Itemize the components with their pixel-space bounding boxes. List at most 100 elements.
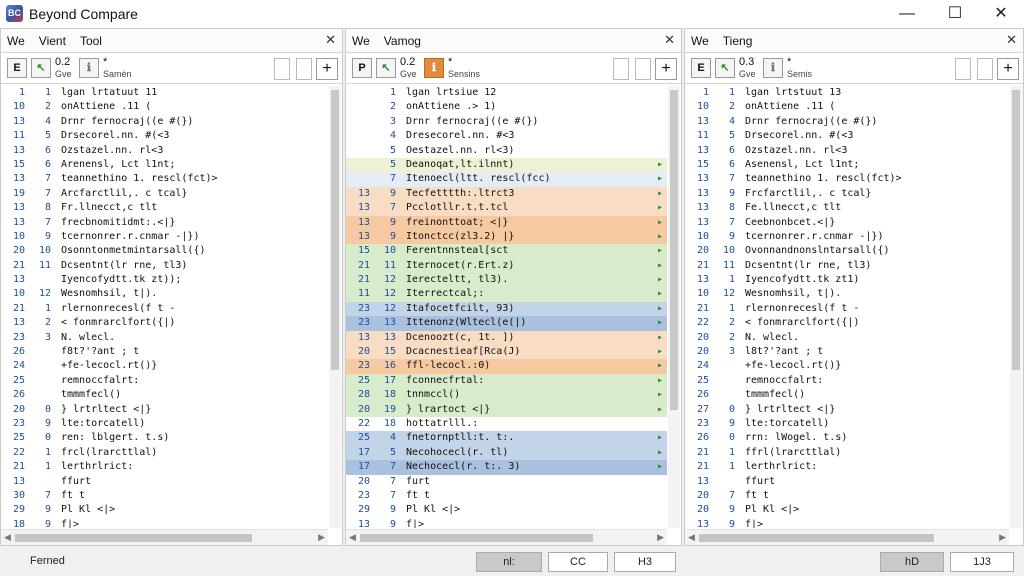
- code-row[interactable]: 13 1 Iyencofydtt.tk zt1): [685, 273, 1009, 287]
- code-row[interactable]: 21 1 rlernonrecesl(f t -: [1, 302, 328, 316]
- scroll-left-icon[interactable]: ◀: [4, 532, 11, 543]
- vertical-scroll-thumb[interactable]: [331, 90, 339, 370]
- code-row[interactable]: 25 remnoccfalrt:: [1, 374, 328, 388]
- code-row[interactable]: 21 11 Dcsentnt(lr rne, tl3): [685, 259, 1009, 273]
- horizontal-scrollbar[interactable]: ◀ ▶: [346, 529, 667, 545]
- code-row[interactable]: 17 7 Nechocecl(r. t:. 3) ▸: [346, 460, 667, 475]
- code-row[interactable]: 13 4 Drnr fernocraj((e #(}): [685, 115, 1009, 129]
- vertical-scroll-thumb[interactable]: [670, 90, 678, 410]
- arrow-icon-button[interactable]: ↖: [31, 58, 51, 78]
- horizontal-scrollbar[interactable]: ◀ ▶: [1, 529, 328, 545]
- code-row[interactable]: 13 7 frecbnomitidmt:.<|}: [1, 216, 328, 230]
- code-row[interactable]: 21 1 lerthrlrict:: [685, 460, 1009, 474]
- pane-tab[interactable]: We: [7, 34, 25, 48]
- pane-close-icon[interactable]: ✕: [1006, 32, 1017, 48]
- horizontal-scroll-thumb[interactable]: [360, 534, 593, 542]
- file-button[interactable]: E: [691, 58, 711, 78]
- code-row[interactable]: 23 7 ft t: [346, 489, 667, 503]
- code-row[interactable]: 22 2 < fonmrarclfort({|): [685, 316, 1009, 330]
- code-row[interactable]: 5 Deanoqat,lt.ilnnt) ▸: [346, 157, 667, 173]
- scroll-right-icon[interactable]: ▶: [318, 532, 325, 543]
- code-row[interactable]: 11 5 Drsecorel.nn. #(<3: [1, 129, 328, 143]
- code-row[interactable]: 20 2 N. wlecl.: [685, 331, 1009, 345]
- code-row[interactable]: 23 13 Ittenonz(Wltecl(e(|) ▸: [346, 316, 667, 331]
- add-icon-button[interactable]: +: [655, 58, 677, 80]
- code-row[interactable]: 11 5 Drsecorel.nn. #(<3: [685, 129, 1009, 143]
- blank-button[interactable]: [613, 58, 629, 80]
- blank-button[interactable]: [977, 58, 993, 80]
- code-row[interactable]: 7 Itenoecl(ltt. rescl(fcc) ▸: [346, 172, 667, 187]
- pane-tab[interactable]: Vient: [39, 34, 66, 48]
- pane-tab[interactable]: Tool: [80, 34, 102, 48]
- vertical-scrollbar[interactable]: [668, 86, 680, 528]
- code-row[interactable]: 11 12 Iterrectcal;: ▸: [346, 287, 667, 302]
- code-row[interactable]: 13 4 Drnr fernocraj((e #(}): [1, 115, 328, 129]
- code-row[interactable]: 25 4 fnetornptll:t. t:. ▸: [346, 431, 667, 446]
- horizontal-scrollbar[interactable]: ◀ ▶: [685, 529, 1009, 545]
- code-row[interactable]: 13 7 Pcclotllr.t.t.tcl ▸: [346, 201, 667, 216]
- code-row[interactable]: 24 +fe-lecocl.rt()}: [1, 359, 328, 373]
- code-row[interactable]: 10 12 Wesnomhsil, t|).: [685, 287, 1009, 301]
- code-row[interactable]: 23 9 lte:torcatell): [1, 417, 328, 431]
- scroll-right-icon[interactable]: ▶: [999, 532, 1006, 543]
- code-row[interactable]: 26 f8t?'?ant ; t: [1, 345, 328, 359]
- code-row[interactable]: 13 Iyencofydtt.tk zt));: [1, 273, 328, 287]
- scroll-left-icon[interactable]: ◀: [349, 532, 356, 543]
- code-row[interactable]: 1 lgan lrtsiue 12: [346, 86, 667, 100]
- code-row[interactable]: 23 12 Itafocetfcilt, 93) ▸: [346, 301, 667, 317]
- code-row[interactable]: 3 Drnr fernocraj((e #(}): [346, 115, 667, 129]
- code-row[interactable]: 13 9 f|>: [685, 518, 1009, 528]
- code-row[interactable]: 4 Dresecorel.nn. #<3: [346, 129, 667, 143]
- code-row[interactable]: 22 1 frcl(lrarcttlal): [1, 446, 328, 460]
- blank-button[interactable]: [635, 58, 651, 80]
- code-row[interactable]: 20 15 Dcacnestieaf[Rca(J) ▸: [346, 345, 667, 360]
- arrow-icon-button[interactable]: ↖: [715, 58, 735, 78]
- code-row[interactable]: 20 7 furt: [346, 475, 667, 489]
- code-row[interactable]: 13 9 Frcfarctlil,. c tcal}: [685, 187, 1009, 201]
- pane-tab[interactable]: Vamog: [384, 34, 421, 48]
- code-row[interactable]: 19 7 Arcfarctlil,. c tcal}: [1, 187, 328, 201]
- code-row[interactable]: 21 11 Dcsentnt(lr rne, tl3): [1, 259, 328, 273]
- code-row[interactable]: 17 5 Necohocecl(r. tl) ▸: [346, 445, 667, 461]
- code-row[interactable]: 13 7 teannethino 1. rescl(fct)>: [685, 172, 1009, 186]
- code-row[interactable]: 13 7 Ceebnonbcet.<|}: [685, 216, 1009, 230]
- code-row[interactable]: 13 9 Tecfetttth:.ltrct3 ▸: [346, 186, 667, 202]
- file-button[interactable]: P: [352, 58, 372, 78]
- code-row[interactable]: 15 10 Ferentnnsteal[sct ▸: [346, 244, 667, 259]
- close-button[interactable]: ✕: [978, 0, 1024, 28]
- code-row[interactable]: 20 9 Pl Kl <|>: [685, 503, 1009, 517]
- code-row[interactable]: 20 19 } lrartoct <|} ▸: [346, 402, 667, 417]
- pane-tab[interactable]: Tieng: [723, 34, 753, 48]
- horizontal-scroll-thumb[interactable]: [15, 534, 252, 542]
- code-row[interactable]: 13 13 Dcenoozt(c, 1t. ]) ▸: [346, 330, 667, 346]
- code-row[interactable]: 21 1 ffrl(lrarcttlal): [685, 446, 1009, 460]
- code-row[interactable]: 13 ffurt: [1, 475, 328, 489]
- code-row[interactable]: 23 3 N. wlecl.: [1, 331, 328, 345]
- code-row[interactable]: 20 0 } lrtrltect <|}: [1, 403, 328, 417]
- add-icon-button[interactable]: +: [997, 58, 1019, 80]
- code-row[interactable]: 13 8 Fr.llnecct,c tlt: [1, 201, 328, 215]
- code-row[interactable]: 30 7 ft t: [1, 489, 328, 503]
- code-row[interactable]: 26 tmmmfecl(): [685, 388, 1009, 402]
- pane-close-icon[interactable]: ✕: [325, 32, 336, 48]
- code-row[interactable]: 25 0 ren: lblgert. t.s): [1, 431, 328, 445]
- code-row[interactable]: 2 onAttiene .> 1): [346, 100, 667, 114]
- code-row[interactable]: 13 9 Itonctcc(zl3.2) |} ▸: [346, 229, 667, 245]
- code-row[interactable]: 28 18 tnnmccl() ▸: [346, 388, 667, 403]
- code-row[interactable]: 18 9 f|>: [1, 518, 328, 528]
- pane-close-icon[interactable]: ✕: [664, 32, 675, 48]
- add-icon-button[interactable]: +: [316, 58, 338, 80]
- code-row[interactable]: 25 remnoccfalrt:: [685, 374, 1009, 388]
- code-row[interactable]: 20 7 ft t: [685, 489, 1009, 503]
- code-row[interactable]: 26 0 rrn: lWogel. t.s): [685, 431, 1009, 445]
- code-row[interactable]: 26 tmmmfecl(): [1, 388, 328, 402]
- code-row[interactable]: 23 9 lte:torcatell): [685, 417, 1009, 431]
- save-icon-button[interactable]: ℹ: [79, 58, 99, 78]
- code-row[interactable]: 29 9 Pl Kl <|>: [346, 503, 667, 517]
- vertical-scroll-thumb[interactable]: [1012, 90, 1020, 370]
- code-row[interactable]: 13 ffurt: [685, 475, 1009, 489]
- code-row[interactable]: 10 2 onAttiene .11 (: [1, 100, 328, 114]
- vertical-scrollbar[interactable]: [1010, 86, 1022, 528]
- code-row[interactable]: 13 9 freinonttoat; <|} ▸: [346, 215, 667, 230]
- code-row[interactable]: 23 16 ffl-lecocl.:0) ▸: [346, 359, 667, 374]
